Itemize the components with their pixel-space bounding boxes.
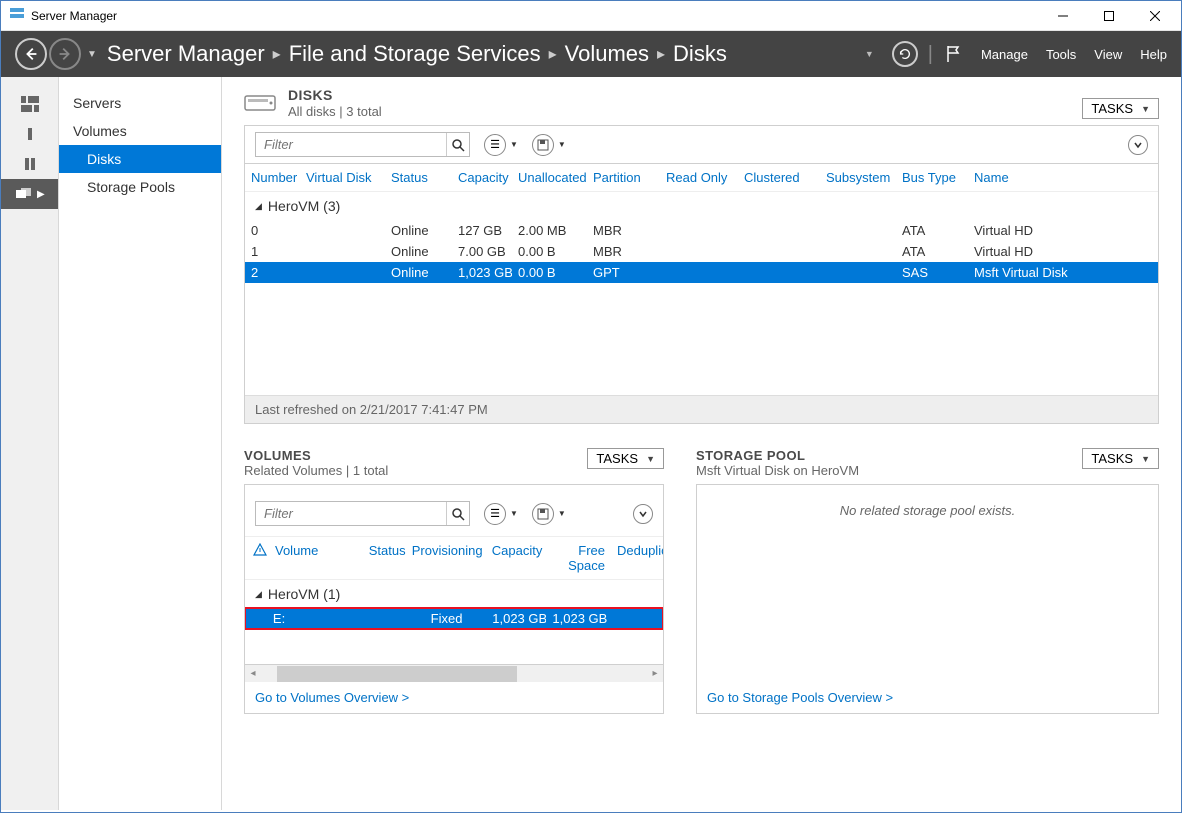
col-clustered[interactable]: Clustered	[738, 170, 820, 185]
close-button[interactable]	[1135, 1, 1181, 31]
volumes-views-button[interactable]: ☰	[484, 503, 506, 525]
volumes-filter-input[interactable]	[256, 502, 446, 525]
pool-subtitle: Msft Virtual Disk on HeroVM	[696, 463, 859, 478]
col-status[interactable]: Status	[385, 170, 452, 185]
minimize-button[interactable]	[1043, 1, 1089, 31]
sidebar-item-volumes[interactable]: Volumes	[59, 117, 221, 145]
menu-tools[interactable]: Tools	[1046, 47, 1076, 62]
disk-row-1[interactable]: 1Online7.00 GB0.00 BMBRATAVirtual HD	[245, 241, 1158, 262]
rail-local-server[interactable]	[1, 119, 58, 149]
rail-file-storage[interactable]: ▶	[1, 179, 58, 209]
app-icon	[9, 5, 31, 26]
window-title: Server Manager	[31, 9, 117, 23]
col-deduplication[interactable]: Deduplic	[611, 543, 661, 573]
menu-help[interactable]: Help	[1140, 47, 1167, 62]
breadcrumb-server-manager[interactable]: Server Manager	[107, 41, 265, 67]
disks-filter-input[interactable]	[256, 133, 446, 156]
titlebar: Server Manager	[1, 1, 1181, 31]
volumes-overview-link[interactable]: Go to Volumes Overview >	[245, 682, 663, 713]
header-separator: |	[928, 43, 933, 66]
pools-overview-link[interactable]: Go to Storage Pools Overview >	[697, 682, 1158, 713]
disk-row-2[interactable]: 2Online1,023 GB0.00 BGPTSASMsft Virtual …	[245, 262, 1158, 283]
col-bus-type[interactable]: Bus Type	[896, 170, 968, 185]
sidebar-item-disks[interactable]: Disks	[59, 145, 221, 173]
volumes-save-button[interactable]	[532, 503, 554, 525]
volumes-expand-button[interactable]	[633, 504, 653, 524]
rail-dashboard[interactable]	[1, 89, 58, 119]
col-vol-capacity[interactable]: Capacity	[486, 543, 546, 573]
volumes-tasks-button[interactable]: TASKS▼	[587, 448, 664, 469]
breadcrumb-file-storage[interactable]: File and Storage Services	[289, 41, 541, 67]
disks-views-button[interactable]: ☰	[484, 134, 506, 156]
horizontal-scrollbar[interactable]: ◂▸	[245, 664, 663, 682]
menu-manage[interactable]: Manage	[981, 47, 1028, 62]
disks-subtitle: All disks | 3 total	[288, 104, 382, 120]
search-icon[interactable]	[446, 502, 469, 525]
volumes-group-row[interactable]: ◢HeroVM (1)	[245, 580, 663, 608]
menu-view[interactable]: View	[1094, 47, 1122, 62]
search-icon[interactable]	[446, 133, 469, 156]
sidebar-item-servers[interactable]: Servers	[59, 89, 221, 117]
col-vol-icon[interactable]	[247, 543, 269, 573]
col-number[interactable]: Number	[245, 170, 300, 185]
disks-group-row[interactable]: ◢HeroVM (3)	[245, 192, 1158, 220]
disks-expand-button[interactable]	[1128, 135, 1148, 155]
col-name[interactable]: Name	[968, 170, 1118, 185]
pool-tasks-button[interactable]: TASKS▼	[1082, 448, 1159, 469]
maximize-button[interactable]	[1089, 1, 1135, 31]
breadcrumb-disks[interactable]: Disks	[673, 41, 727, 67]
col-virtual-disk[interactable]: Virtual Disk	[300, 170, 385, 185]
main-content: DISKS All disks | 3 total TASKS▼ ☰ ▼ ▼ Nu…	[222, 77, 1181, 810]
refresh-button[interactable]	[892, 41, 918, 67]
col-subsystem[interactable]: Subsystem	[820, 170, 896, 185]
breadcrumb-dd-icon[interactable]: ▼	[865, 49, 874, 59]
flag-icon[interactable]	[943, 44, 963, 64]
disk-icon	[244, 90, 276, 119]
col-provisioning[interactable]: Provisioning	[406, 543, 486, 573]
sidebar: Servers Volumes Disks Storage Pools	[59, 77, 222, 810]
chevron-down-icon[interactable]: ▼	[558, 140, 566, 149]
col-unallocated[interactable]: Unallocated	[512, 170, 587, 185]
header-band: ▼ Server Manager▸ File and Storage Servi…	[1, 31, 1181, 77]
disks-title: DISKS	[288, 87, 382, 104]
volumes-subtitle: Related Volumes | 1 total	[244, 463, 388, 478]
breadcrumb: Server Manager▸ File and Storage Service…	[107, 41, 727, 67]
volume-row-0[interactable]: E: Fixed 1,023 GB 1,023 GB	[245, 608, 663, 629]
nav-back-button[interactable]	[15, 38, 47, 70]
disks-save-button[interactable]	[532, 134, 554, 156]
col-free-space[interactable]: Free Space	[546, 543, 611, 573]
nav-forward-button[interactable]	[49, 38, 81, 70]
pool-empty-message: No related storage pool exists.	[697, 485, 1158, 682]
pool-title: STORAGE POOL	[696, 448, 859, 463]
col-read-only[interactable]: Read Only	[660, 170, 738, 185]
nav-rail: ▶	[1, 77, 59, 810]
breadcrumb-volumes[interactable]: Volumes	[565, 41, 649, 67]
col-partition[interactable]: Partition	[587, 170, 660, 185]
disks-tasks-button[interactable]: TASKS▼	[1082, 98, 1159, 119]
chevron-down-icon[interactable]: ▼	[510, 140, 518, 149]
col-capacity[interactable]: Capacity	[452, 170, 512, 185]
col-volume-status[interactable]: Status	[363, 543, 406, 573]
sidebar-item-storage-pools[interactable]: Storage Pools	[59, 173, 221, 201]
volumes-title: VOLUMES	[244, 448, 388, 463]
nav-dropdown-icon[interactable]: ▼	[87, 49, 97, 60]
disk-row-0[interactable]: 0Online127 GB2.00 MBMBRATAVirtual HD	[245, 220, 1158, 241]
col-volume[interactable]: Volume	[269, 543, 363, 573]
disks-status-line: Last refreshed on 2/21/2017 7:41:47 PM	[245, 395, 1158, 423]
rail-all-servers[interactable]	[1, 149, 58, 179]
